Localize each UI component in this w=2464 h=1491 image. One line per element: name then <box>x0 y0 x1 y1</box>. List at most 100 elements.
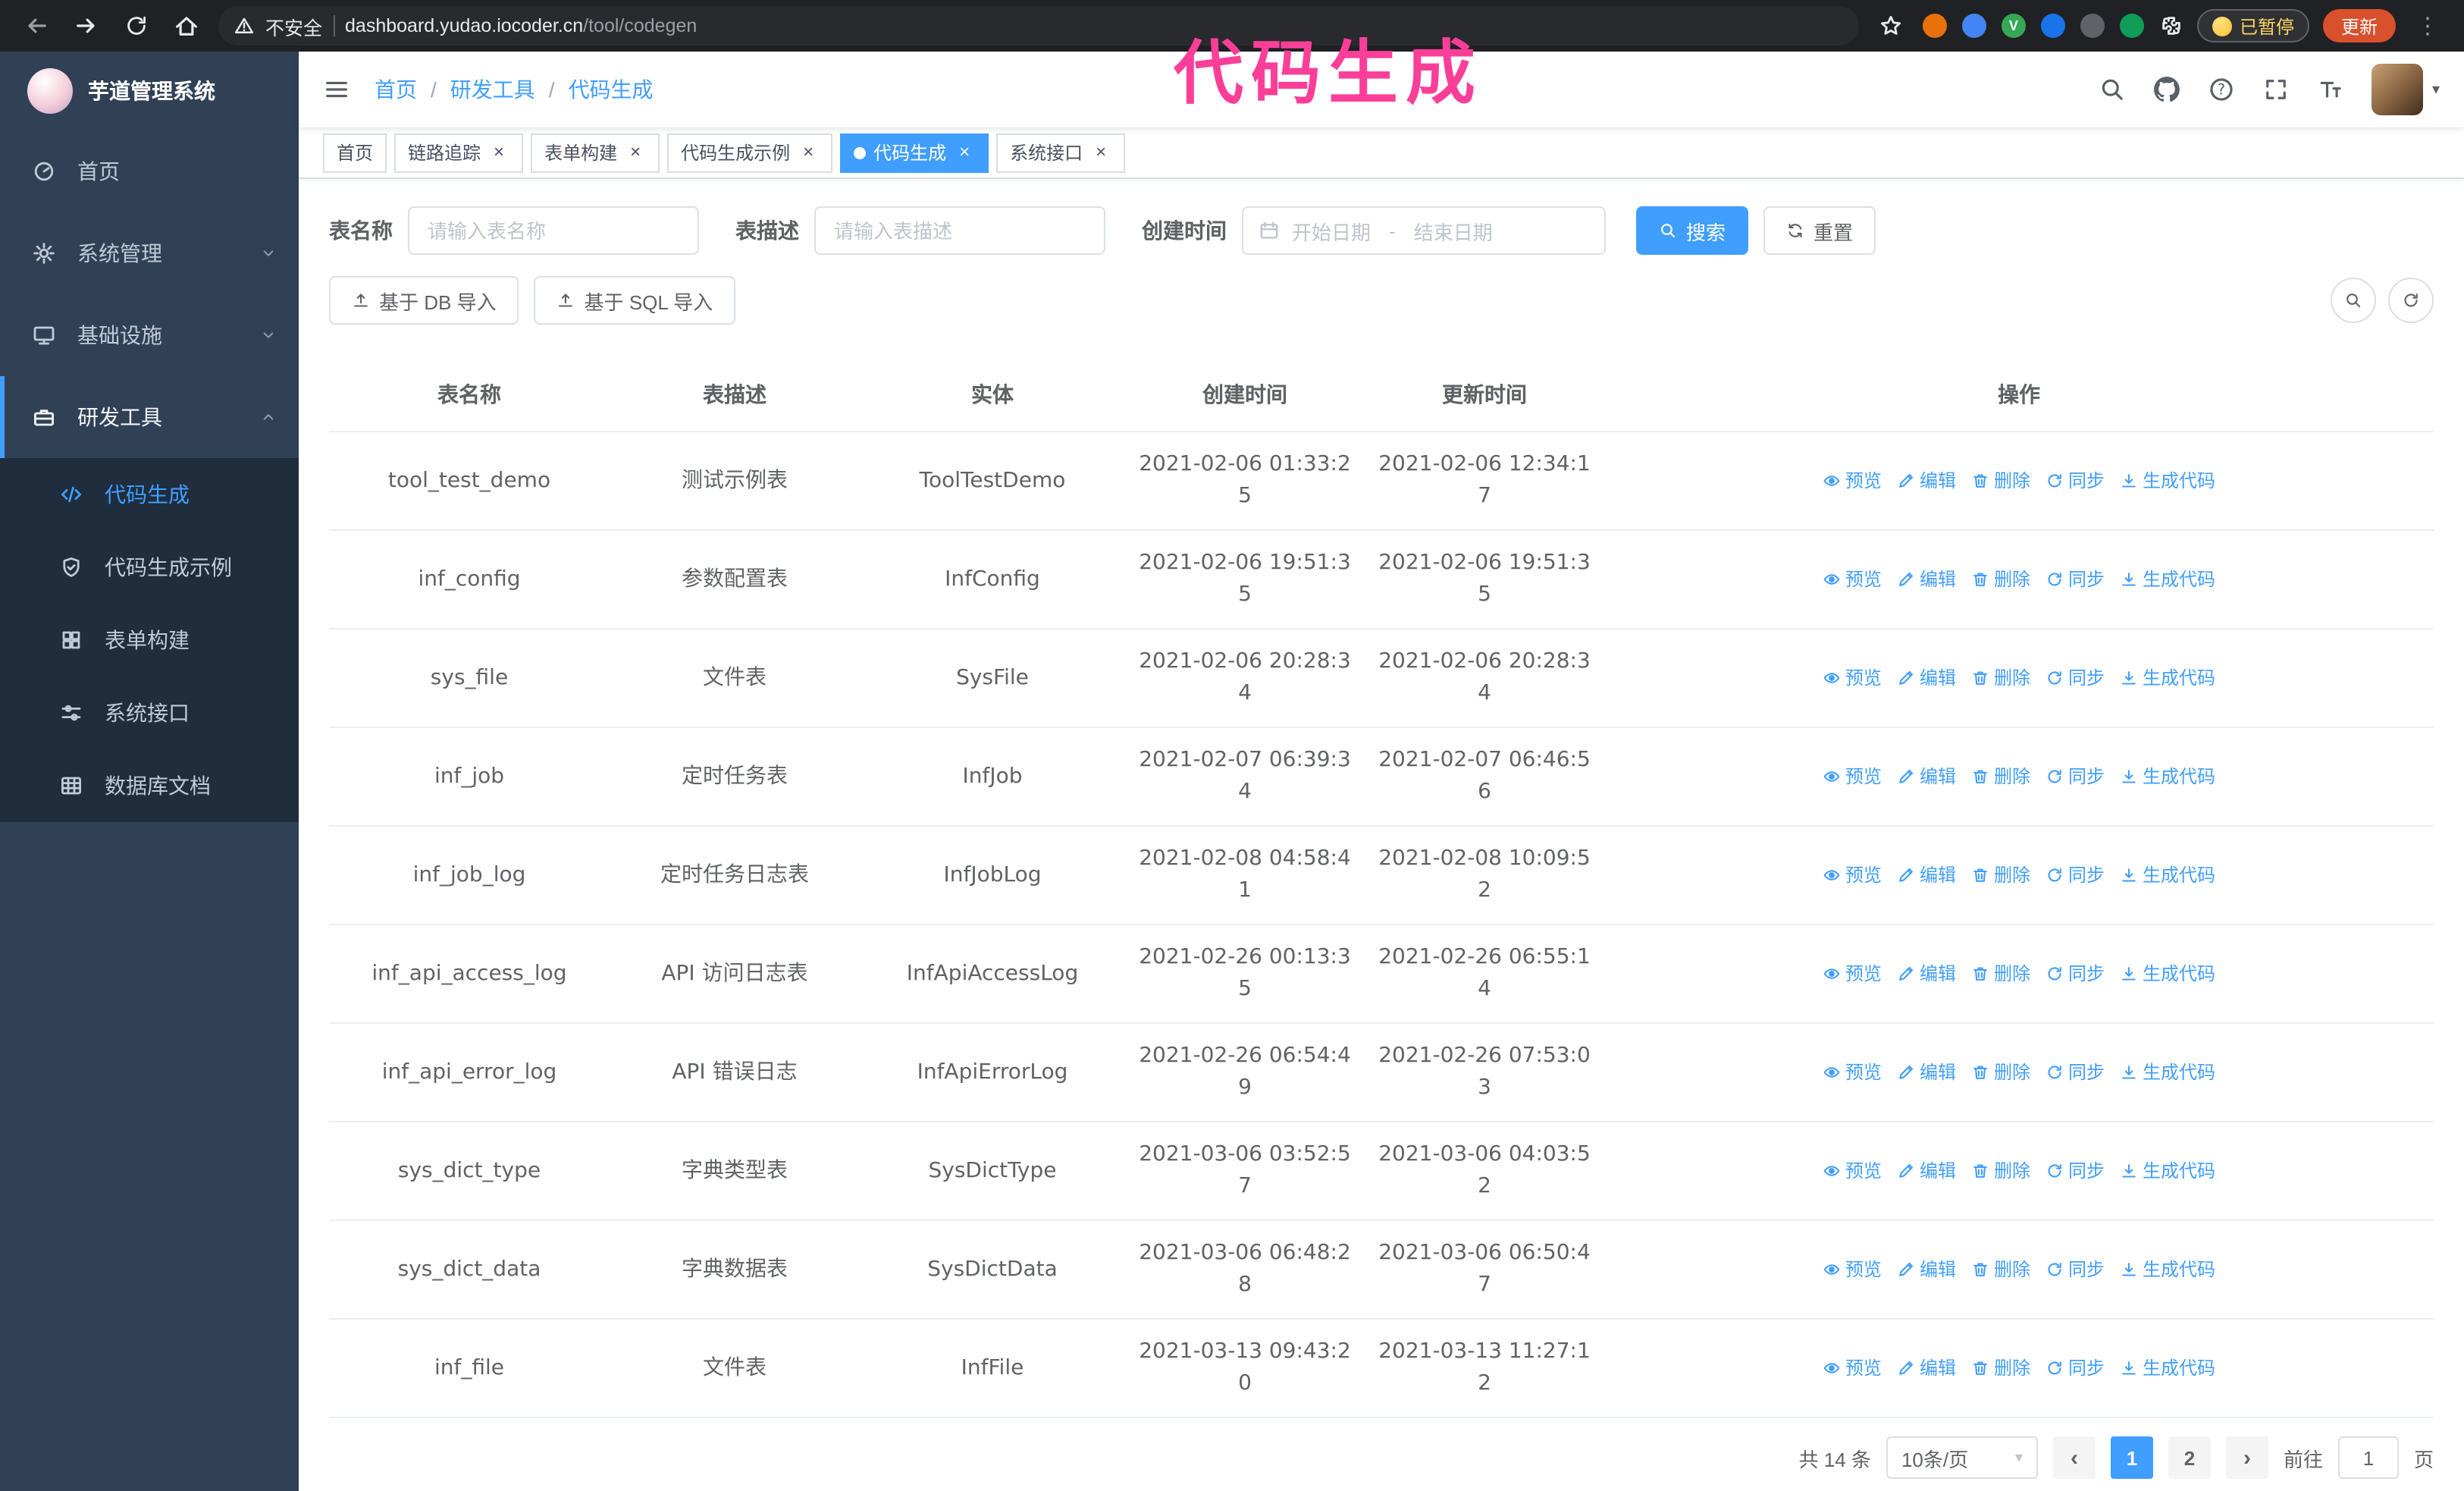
preview-link[interactable]: 预览 <box>1823 1056 1882 1088</box>
browser-update-button[interactable]: 更新 <box>2322 9 2396 42</box>
edit-link[interactable]: 编辑 <box>1897 1155 1956 1187</box>
extension-icon-2[interactable] <box>1961 14 1986 38</box>
sync-link[interactable]: 同步 <box>2045 1352 2105 1384</box>
fullscreen-icon[interactable] <box>2262 76 2290 103</box>
close-icon[interactable]: × <box>954 141 975 163</box>
extension-icon-4[interactable] <box>2040 14 2065 38</box>
tab-system-api[interactable]: 系统接口 × <box>996 133 1126 172</box>
close-icon[interactable]: × <box>798 141 819 163</box>
reset-button[interactable]: 重置 <box>1763 206 1876 255</box>
sidebar-item-dev-tools[interactable]: 研发工具 <box>0 376 299 458</box>
generate-code-link[interactable]: 生成代码 <box>2120 1254 2215 1285</box>
delete-link[interactable]: 删除 <box>1971 465 2030 497</box>
sync-link[interactable]: 同步 <box>2045 859 2105 891</box>
generate-code-link[interactable]: 生成代码 <box>2120 1155 2215 1187</box>
generate-code-link[interactable]: 生成代码 <box>2120 1352 2215 1384</box>
breadcrumb-dev-tools[interactable]: 研发工具 <box>450 74 535 105</box>
extension-icon-6[interactable] <box>2119 14 2144 38</box>
date-range-picker[interactable]: 开始日期 - 结束日期 <box>1242 206 1606 255</box>
edit-link[interactable]: 编辑 <box>1897 563 1956 595</box>
breadcrumb-home[interactable]: 首页 <box>375 74 417 105</box>
delete-link[interactable]: 删除 <box>1971 859 2030 891</box>
page-button-2[interactable]: 2 <box>2168 1436 2211 1479</box>
preview-link[interactable]: 预览 <box>1823 958 1882 990</box>
sync-link[interactable]: 同步 <box>2045 958 2105 990</box>
sidebar-item-system-api[interactable]: 系统接口 <box>0 676 299 749</box>
hamburger-icon[interactable] <box>323 76 350 103</box>
preview-link[interactable]: 预览 <box>1823 1254 1882 1285</box>
table-name-input[interactable] <box>408 206 699 255</box>
font-size-icon[interactable] <box>2317 76 2344 103</box>
prev-page-button[interactable]: ‹ <box>2052 1436 2096 1479</box>
goto-page-input[interactable] <box>2337 1436 2399 1479</box>
delete-link[interactable]: 删除 <box>1971 761 2030 793</box>
edit-link[interactable]: 编辑 <box>1897 1254 1956 1285</box>
close-icon[interactable]: × <box>488 141 509 163</box>
generate-code-link[interactable]: 生成代码 <box>2120 1056 2215 1088</box>
tab-codegen-example[interactable]: 代码生成示例 × <box>667 133 833 172</box>
sidebar-item-codegen[interactable]: 代码生成 <box>0 458 299 531</box>
delete-link[interactable]: 删除 <box>1971 1352 2030 1384</box>
profile-paused-badge[interactable]: 已暂停 <box>2196 9 2309 42</box>
delete-link[interactable]: 删除 <box>1971 563 2030 595</box>
browser-back-icon[interactable] <box>18 8 55 44</box>
edit-link[interactable]: 编辑 <box>1897 859 1956 891</box>
edit-link[interactable]: 编辑 <box>1897 958 1956 990</box>
user-menu[interactable]: ▾ <box>2371 64 2440 115</box>
preview-link[interactable]: 预览 <box>1823 761 1882 793</box>
tab-codegen[interactable]: 代码生成 × <box>840 133 989 172</box>
delete-link[interactable]: 删除 <box>1971 958 2030 990</box>
sidebar-item-db-docs[interactable]: 数据库文档 <box>0 749 299 822</box>
generate-code-link[interactable]: 生成代码 <box>2120 465 2215 497</box>
refresh-table-button[interactable] <box>2388 278 2434 323</box>
preview-link[interactable]: 预览 <box>1823 1352 1882 1384</box>
sidebar-item-home[interactable]: 首页 <box>0 130 299 212</box>
delete-link[interactable]: 删除 <box>1971 1254 2030 1285</box>
sync-link[interactable]: 同步 <box>2045 1254 2105 1285</box>
import-db-button[interactable]: 基于 DB 导入 <box>329 276 519 325</box>
extension-icon-3[interactable]: V <box>2001 14 2026 38</box>
close-icon[interactable]: × <box>1090 141 1111 163</box>
sync-link[interactable]: 同步 <box>2045 1056 2105 1088</box>
search-button[interactable]: 搜索 <box>1636 206 1749 255</box>
search-icon[interactable] <box>2099 76 2126 103</box>
edit-link[interactable]: 编辑 <box>1897 761 1956 793</box>
browser-home-icon[interactable] <box>168 8 205 44</box>
browser-reload-icon[interactable] <box>118 8 155 44</box>
table-desc-input[interactable] <box>814 206 1105 255</box>
delete-link[interactable]: 删除 <box>1971 1155 2030 1187</box>
sidebar-item-system-mgmt[interactable]: 系统管理 <box>0 212 299 294</box>
generate-code-link[interactable]: 生成代码 <box>2120 958 2215 990</box>
delete-link[interactable]: 删除 <box>1971 1056 2030 1088</box>
sidebar-item-infrastructure[interactable]: 基础设施 <box>0 294 299 376</box>
sync-link[interactable]: 同步 <box>2045 761 2105 793</box>
generate-code-link[interactable]: 生成代码 <box>2120 662 2215 694</box>
sync-link[interactable]: 同步 <box>2045 465 2105 497</box>
extension-icon-1[interactable] <box>1922 14 1947 38</box>
extension-icon-5[interactable] <box>2080 14 2105 38</box>
sync-link[interactable]: 同步 <box>2045 563 2105 595</box>
preview-link[interactable]: 预览 <box>1823 465 1882 497</box>
url-bar[interactable]: 不安全 dashboard.yudao.iocoder.cn/tool/code… <box>218 6 1859 46</box>
edit-link[interactable]: 编辑 <box>1897 465 1956 497</box>
generate-code-link[interactable]: 生成代码 <box>2120 761 2215 793</box>
logo[interactable]: 芋道管理系统 <box>0 52 299 130</box>
bookmark-star-icon[interactable] <box>1873 8 1909 44</box>
preview-link[interactable]: 预览 <box>1823 1155 1882 1187</box>
toggle-search-button[interactable] <box>2331 278 2376 323</box>
tab-tracing[interactable]: 链路追踪 × <box>394 133 524 172</box>
page-size-select[interactable]: 10条/页 ▾ <box>1886 1436 2038 1479</box>
import-sql-button[interactable]: 基于 SQL 导入 <box>534 276 736 325</box>
edit-link[interactable]: 编辑 <box>1897 1352 1956 1384</box>
generate-code-link[interactable]: 生成代码 <box>2120 563 2215 595</box>
generate-code-link[interactable]: 生成代码 <box>2120 859 2215 891</box>
browser-menu-icon[interactable]: ⋮ <box>2409 8 2446 44</box>
sync-link[interactable]: 同步 <box>2045 662 2105 694</box>
preview-link[interactable]: 预览 <box>1823 563 1882 595</box>
close-icon[interactable]: × <box>625 141 646 163</box>
sync-link[interactable]: 同步 <box>2045 1155 2105 1187</box>
page-button-1[interactable]: 1 <box>2110 1436 2153 1479</box>
browser-forward-icon[interactable] <box>68 8 105 44</box>
tab-form-builder[interactable]: 表单构建 × <box>531 133 660 172</box>
preview-link[interactable]: 预览 <box>1823 859 1882 891</box>
